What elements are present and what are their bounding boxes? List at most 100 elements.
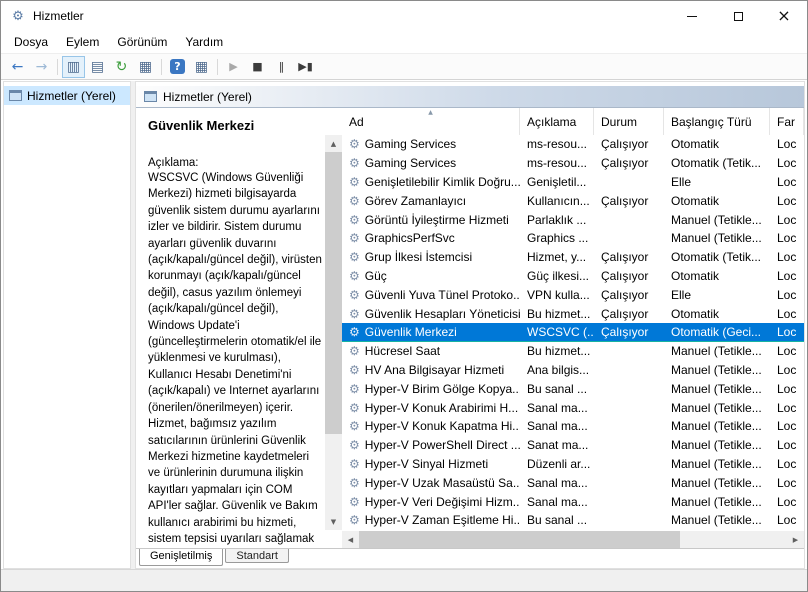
scroll-right-button[interactable]: ▶ [787,531,804,548]
service-row[interactable]: ⚙ Güvenli Yuva Tünel Protoko... VPN kulla.… [342,285,804,304]
service-row[interactable]: ⚙ Hyper-V PowerShell Direct ... Sanat ma..… [342,436,804,455]
service-gear-icon: ⚙ [349,362,360,377]
column-header-logon[interactable]: Far [770,108,804,135]
menu-bar: Dosya Eylem Görünüm Yardım [1,31,807,53]
service-name: Güvenlik Hesapları Yöneticisi [364,306,520,321]
properties-button[interactable]: ▦ [134,56,157,78]
forward-button[interactable]: → [30,56,53,78]
arrow-up-icon: ▲ [330,139,337,148]
service-cell-startup: Manuel (Tetikle... [671,362,762,377]
minimize-button[interactable] [669,1,715,31]
service-cell-status [594,210,664,229]
column-header-startup[interactable]: Başlangıç Türü [664,108,770,135]
service-cell-startup: Manuel (Tetikle... [671,231,762,246]
selected-service-title: Güvenlik Merkezi [148,118,255,133]
service-row[interactable]: ⚙ GraphicsPerfSvc Graphics ... Manuel (Teti… [342,229,804,248]
back-button[interactable]: ← [6,56,29,78]
service-cell-desc: Sanal ma... [527,419,588,434]
pause-service-button[interactable]: ‖ [270,56,293,78]
service-row[interactable]: ⚙ Genişletilebilir Kimlik Doğru... Genişle… [342,173,804,192]
view-button[interactable]: ▦ [190,56,213,78]
help-button[interactable]: ? [166,56,189,78]
tree-item-services-local[interactable]: Hizmetler (Yerel) [4,86,130,105]
service-name: Güvenli Yuva Tünel Protoko... [364,287,520,302]
service-name: Güç [364,268,387,283]
sort-ascending-icon: ▲ [428,109,433,116]
scroll-down-button[interactable]: ▼ [325,513,342,530]
toolbar-separator [57,58,58,75]
service-row[interactable]: ⚙ Hyper-V Konuk Kapatma Hi... Sanal ma... M… [342,417,804,436]
column-header-name[interactable]: ▲ Ad [342,108,520,135]
tab-genisletilmis[interactable]: Genişletilmiş [139,549,224,566]
show-hide-console-tree-button[interactable]: ▥ [62,55,85,78]
menu-item-gorunum[interactable]: Görünüm [108,32,176,52]
service-row[interactable]: ⚙ Hyper-V Birim Gölge Kopya... Bu sanal ..… [342,379,804,398]
service-row[interactable]: ⚙ Hyper-V Konuk Arabirimi H... Sanal ma...… [342,398,804,417]
service-cell-desc: WSCSVC (... [527,324,594,339]
service-cell-desc: Düzenli ar... [527,456,591,471]
column-header-label: Başlangıç Türü [671,114,752,129]
forward-icon: → [35,58,48,75]
service-row[interactable]: ⚙ Güç Güç ilkesi... Çalışıyor Otomatik Loc [342,267,804,286]
service-cell-logon: Loc [777,456,797,471]
service-cell-desc: ms-resou... [527,137,588,152]
description-scrollbar[interactable]: ▲ ▼ [325,135,342,530]
service-row[interactable]: ⚙ Güvenlik Hesapları Yöneticisi Bu hizmet.… [342,304,804,323]
service-cell-startup: Otomatik (Tetik... [671,156,762,171]
scroll-left-button[interactable]: ◀ [342,531,359,548]
service-cell-startup: Otomatik [671,268,720,283]
service-cell-logon: Loc [777,438,797,453]
service-cell-desc: Kullanıcın... [527,193,590,208]
service-row[interactable]: ⚙ HV Ana Bilgisayar Hizmeti Ana bilgis... M… [342,361,804,380]
service-cell-startup: Manuel (Tetikle... [671,419,762,434]
tree-item-label: Hizmetler (Yerel) [27,88,116,103]
maximize-button[interactable] [715,1,761,31]
table-horizontal-scrollbar[interactable]: ◀ ▶ [342,531,804,548]
restart-service-button[interactable]: ▶▮ [294,56,317,78]
service-row[interactable]: ⚙ Hyper-V Sinyal Hizmeti Düzenli ar... Manu… [342,455,804,474]
toolbar: ← → ▥ ▤ ↻ ▦? ▦ ▶ ■ ‖ ▶▮ [1,53,807,80]
service-row[interactable]: ⚙ Gaming Services ms-resou... Çalışıyor Otom… [342,154,804,173]
service-row[interactable]: ⚙ Güvenlik Merkezi WSCSVC (... Çalışıyor Oto… [342,322,804,342]
properties-icon: ▦ [138,58,153,75]
start-service-button[interactable]: ▶ [222,56,245,78]
service-cell-status: Çalışıyor [601,250,649,265]
service-cell-logon: Loc [777,250,797,265]
close-button[interactable]: × [761,1,807,31]
service-row[interactable]: ⚙ Gaming Services ms-resou... Çalışıyor Otom… [342,135,804,154]
service-row[interactable]: ⚙ Hyper-V Zaman Eşitleme Hi... Bu sanal ..… [342,511,804,530]
table-body: ⚙ Gaming Services ms-resou... Çalışıyor Otom… [342,135,804,531]
scrollbar-thumb[interactable] [325,152,342,434]
show-hide-console-tree-icon: ▥ [66,58,81,75]
scroll-up-button[interactable]: ▲ [325,135,342,152]
service-row[interactable]: ⚙ Görüntü İyileştirme Hizmeti Parlaklık ..… [342,210,804,229]
column-header-label: Far [777,114,795,129]
service-row[interactable]: ⚙ Görev Zamanlayıcı Kullanıcın... Çalışıyor… [342,191,804,210]
service-cell-startup: Otomatik (Geci... [671,324,762,339]
service-row[interactable]: ⚙ Grup İlkesi İstemcisi Hizmet, y... Çalışı… [342,248,804,267]
menu-item-dosya[interactable]: Dosya [5,32,57,52]
stop-service-button[interactable]: ■ [246,56,269,78]
export-list-button[interactable]: ▤ [86,56,109,78]
console-icon [9,90,22,101]
console-icon [144,91,157,102]
service-cell-desc: Güç ilkesi... [527,268,590,283]
hscrollbar-track[interactable] [359,531,787,548]
scrollbar-track[interactable] [325,152,342,513]
service-row[interactable]: ⚙ Hyper-V Uzak Masaüstü Sa... Sanal ma... M… [342,473,804,492]
service-row[interactable]: ⚙ Hücresel Saat Bu hizmet... Manuel (Tetikl… [342,342,804,361]
service-cell-logon: Loc [777,268,797,283]
service-name: Genişletilebilir Kimlik Doğru... [364,174,520,189]
service-name: Hyper-V Konuk Arabirimi H... [364,400,519,415]
service-cell-status: Çalışıyor [601,306,649,321]
hscrollbar-thumb[interactable] [359,531,680,548]
refresh-button[interactable]: ↻ [110,56,133,78]
menu-item-yardim[interactable]: Yardım [176,32,232,52]
column-header-desc[interactable]: Açıklama [520,108,594,135]
service-row[interactable]: ⚙ Hyper-V Veri Değişimi Hizm... Sanal ma..… [342,492,804,511]
help-icon: ? [170,59,185,74]
tab-standart[interactable]: Standart [225,549,289,563]
column-header-status[interactable]: Durum [594,108,664,135]
menu-item-eylem[interactable]: Eylem [57,32,108,52]
description-pane: Güvenlik Merkezi Açıklama: WSCSVC (Windo… [136,108,325,548]
